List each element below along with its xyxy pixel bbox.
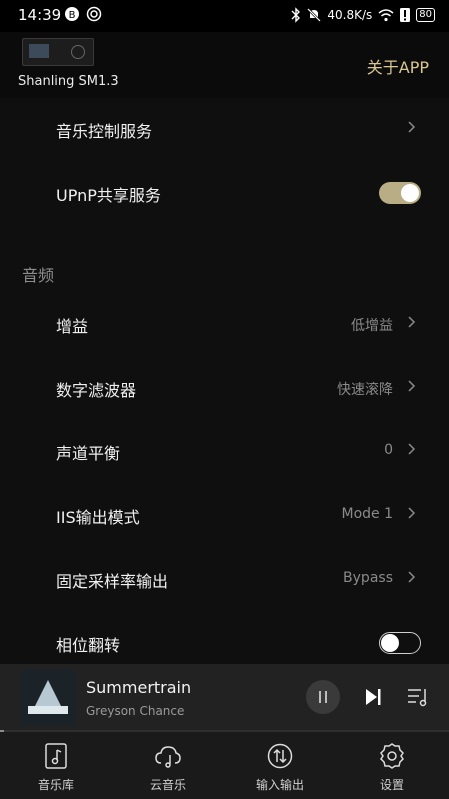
bottom-tab-bar: 音乐库 云音乐 输入输出 设置 [0,732,449,799]
status-bar: 14:39 B 40.8K/s 80 [0,0,449,32]
battery-indicator: 80 [416,8,435,22]
settings-row-value: 快速滚降 [337,382,393,398]
settings-row-label: 相位翻转 [56,636,121,655]
tab-label: 输入输出 [255,778,304,792]
tab-label: 设置 [379,778,404,792]
settings-row-fixed-sample-rate[interactable]: 固定采样率输出 Bypass [0,548,449,612]
settings-gear-icon [380,743,404,769]
audio-section-title: 音频 [22,266,55,285]
settings-row-value: 低增益 [351,318,393,334]
chevron-right-icon [408,380,416,392]
cast-notification-icon [86,6,102,22]
playlist-queue-icon[interactable] [406,686,430,708]
cloud-music-icon [155,746,181,768]
settings-row-iis-output-mode[interactable]: IIS输出模式 Mode 1 [0,484,449,548]
svg-text:B: B [69,10,76,21]
mute-bell-icon [307,8,322,22]
alert-icon [400,8,411,22]
chevron-right-icon [408,316,416,328]
bluetooth-icon [291,7,301,23]
settings-row-value: 0 [384,442,393,458]
settings-row-channel-balance[interactable]: 声道平衡 0 [0,420,449,484]
track-artist: Greyson Chance [86,704,185,718]
settings-row-label: IIS输出模式 [56,508,140,527]
chevron-right-icon [408,571,416,583]
pause-icon [319,691,327,703]
toggle-thumb [401,184,419,202]
settings-row-label: 音乐控制服务 [56,122,153,141]
input-output-icon [267,743,293,769]
status-right: 40.8K/s 80 [291,7,435,23]
settings-row-gain[interactable]: 增益 低增益 [0,293,449,357]
music-library-icon [45,743,67,769]
settings-row-label: 数字滤波器 [56,381,137,400]
settings-row-digital-filter[interactable]: 数字滤波器 快速滚降 [0,357,449,421]
album-cover[interactable] [20,670,76,726]
chevron-right-icon [408,443,416,455]
settings-row-upnp-service: UPnP共享服务 [0,162,449,226]
settings-row-music-control-service[interactable]: 音乐控制服务 [0,98,449,162]
device-image[interactable] [22,38,94,66]
tab-label: 音乐库 [37,778,74,792]
app-notification-icon: B [65,7,79,21]
chevron-right-icon [408,121,416,133]
about-app-link[interactable]: 关于APP [367,54,429,78]
tab-input-output[interactable]: 输入输出 [224,732,336,799]
settings-list: 音乐控制服务 UPnP共享服务 音频 增益 低增益 数字滤波器 快速滚降 声道平… [0,98,449,664]
tab-cloud-music[interactable]: 云音乐 [112,732,224,799]
app-screen: 14:39 B 40.8K/s 80 Shanling SM1.3 关于APP … [0,0,449,799]
settings-row-value: Mode 1 [341,506,393,522]
chevron-right-icon [408,507,416,519]
toggle-thumb [381,634,399,652]
wifi-icon [378,9,394,22]
device-name: Shanling SM1.3 [18,74,119,89]
settings-row-label: 声道平衡 [56,444,121,463]
phase-invert-toggle[interactable] [379,632,421,654]
settings-row-label: UPnP共享服务 [56,186,161,205]
settings-row-label: 增益 [56,317,89,336]
tab-music-library[interactable]: 音乐库 [0,732,112,799]
status-time: 14:39 [18,6,62,24]
upnp-toggle[interactable] [379,182,421,204]
device-header: Shanling SM1.3 关于APP [0,32,449,98]
network-speed: 40.8K/s [327,8,373,22]
settings-row-value: Bypass [343,570,393,586]
tab-label: 云音乐 [149,778,186,792]
settings-row-label: 固定采样率输出 [56,572,169,591]
tab-settings[interactable]: 设置 [336,732,448,799]
pause-button[interactable] [306,680,340,714]
mini-player[interactable]: Summertrain Greyson Chance [0,664,449,732]
track-title: Summertrain [86,678,192,697]
next-track-icon[interactable] [362,686,384,708]
status-notification-icons: B [64,6,102,22]
